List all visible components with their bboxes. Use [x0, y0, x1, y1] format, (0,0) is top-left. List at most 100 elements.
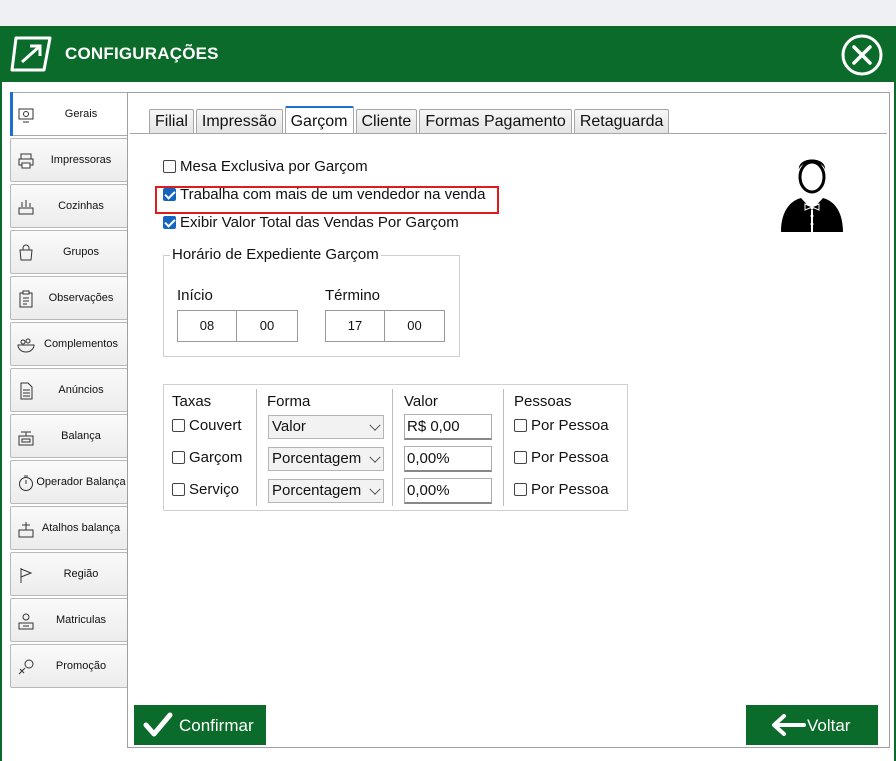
- settings-panel: Filial Impressão Garçom Cliente Formas P…: [127, 92, 890, 748]
- sidebar-item-cozinhas[interactable]: Cozinhas: [10, 184, 128, 228]
- servico-forma-select[interactable]: Porcentagem: [268, 479, 384, 503]
- garcom-forma-select[interactable]: Porcentagem: [268, 447, 384, 471]
- sidebar-item-grupos[interactable]: Grupos: [10, 230, 128, 274]
- servico-valor-input[interactable]: 0,00%: [404, 478, 492, 504]
- servico-por-pessoa[interactable]: Por Pessoa: [514, 481, 609, 498]
- fee-garcom[interactable]: Garçom: [172, 449, 242, 466]
- registration-icon: [18, 613, 34, 630]
- garcom-checkbox[interactable]: [172, 451, 185, 464]
- settings-monitor-icon: [18, 108, 34, 123]
- garcom-forma-value: Porcentagem: [272, 450, 362, 467]
- fee-couvert[interactable]: Couvert: [172, 417, 242, 434]
- header-forma: Forma: [267, 393, 311, 410]
- couvert-forma-select[interactable]: Valor: [268, 415, 384, 439]
- sidebar-item-label: Anúncios: [58, 384, 104, 396]
- sidebar-item-label: Promoção: [55, 660, 107, 672]
- sidebar-item-label: Operador Balança: [36, 476, 126, 488]
- kitchen-icon: [18, 200, 34, 215]
- servico-por-pessoa-label: Por Pessoa: [531, 481, 609, 498]
- printer-icon: [18, 153, 34, 169]
- couvert-por-pessoa-checkbox[interactable]: [514, 419, 527, 432]
- mais-vendedor-checkbox[interactable]: [163, 188, 176, 201]
- column-divider: [503, 389, 504, 506]
- mesa-exclusiva-checkbox[interactable]: [163, 160, 176, 173]
- sidebar-item-matriculas[interactable]: Matriculas: [10, 598, 128, 642]
- sidebar-item-atalhos-balanca[interactable]: Atalhos balança: [10, 506, 128, 550]
- end-minute-input[interactable]: 00: [384, 310, 445, 342]
- sidebar-item-label: Matriculas: [55, 614, 107, 626]
- option-exibir-valor[interactable]: Exibir Valor Total das Vendas Por Garçom: [163, 214, 459, 231]
- sidebar-item-label: Grupos: [62, 246, 100, 258]
- garcom-por-pessoa[interactable]: Por Pessoa: [514, 449, 609, 466]
- couvert-por-pessoa-label: Por Pessoa: [531, 417, 609, 434]
- window-title: CONFIGURAÇÕES: [65, 44, 219, 63]
- tab-formas-pagamento[interactable]: Formas Pagamento: [419, 109, 572, 133]
- sidebar-item-label: Cozinhas: [58, 200, 104, 212]
- servico-label: Serviço: [189, 481, 240, 498]
- tab-garcom[interactable]: Garçom: [284, 106, 354, 133]
- waiter-icon: [781, 159, 843, 232]
- chevron-down-icon: [369, 483, 381, 495]
- start-hour-input[interactable]: 08: [177, 310, 237, 342]
- document-icon: [20, 382, 33, 400]
- start-minute-input[interactable]: 00: [236, 310, 298, 342]
- exibir-valor-checkbox[interactable]: [163, 216, 176, 229]
- exibir-valor-label: Exibir Valor Total das Vendas Por Garçom: [180, 214, 459, 231]
- header-valor: Valor: [404, 393, 438, 410]
- garcom-valor-input[interactable]: 0,00%: [404, 446, 492, 472]
- couvert-valor-input[interactable]: R$ 0,00: [404, 414, 492, 440]
- option-mais-vendedor[interactable]: Trabalha com mais de um vendedor na vend…: [163, 186, 485, 203]
- sidebar-item-regiao[interactable]: Região: [10, 552, 128, 596]
- sidebar-item-impressoras[interactable]: Impressoras: [10, 138, 128, 182]
- sidebar-item-gerais[interactable]: Gerais: [10, 92, 128, 136]
- sidebar-item-balanca[interactable]: Balança: [10, 414, 128, 458]
- schedule-group: Horário de Expediente Garçom Início 08 0…: [163, 246, 460, 357]
- servico-por-pessoa-checkbox[interactable]: [514, 483, 527, 496]
- sidebar-item-complementos[interactable]: Complementos: [10, 322, 128, 366]
- close-icon[interactable]: [836, 33, 888, 77]
- flag-icon: [20, 568, 33, 583]
- sidebar-item-label: Impressoras: [50, 154, 112, 166]
- mais-vendedor-label: Trabalha com mais de um vendedor na vend…: [180, 186, 486, 203]
- sidebar-item-promocao[interactable]: Promoção: [10, 644, 128, 688]
- sidebar-item-observacoes[interactable]: Observações: [10, 276, 128, 320]
- servico-forma-value: Porcentagem: [272, 482, 362, 499]
- scale-shortcut-icon: [18, 522, 34, 538]
- sidebar-item-label: Complementos: [44, 338, 118, 350]
- fees-group: Taxas Forma Valor Pessoas Couvert Valor …: [163, 384, 628, 511]
- tab-filial[interactable]: Filial: [149, 109, 194, 133]
- tab-cliente[interactable]: Cliente: [355, 109, 418, 133]
- back-button[interactable]: Voltar: [746, 705, 878, 745]
- tab-bar: Filial Impressão Garçom Cliente Formas P…: [133, 106, 671, 133]
- garcom-por-pessoa-label: Por Pessoa: [531, 449, 609, 466]
- sidebar: Gerais Impressoras Cozinhas Grupos Obser…: [10, 92, 128, 690]
- tab-impressao[interactable]: Impressão: [195, 109, 283, 133]
- fee-servico[interactable]: Serviço: [172, 481, 239, 498]
- clipboard-icon: [19, 290, 33, 308]
- sidebar-item-anuncios[interactable]: Anúncios: [10, 368, 128, 412]
- sidebar-item-operador-balanca[interactable]: Operador Balança: [10, 460, 128, 504]
- end-hour-input[interactable]: 17: [325, 310, 385, 342]
- tab-content-garcom: Mesa Exclusiva por Garçom Trabalha com m…: [130, 133, 887, 747]
- start-label: Início: [177, 287, 213, 304]
- sidebar-item-label: Balança: [61, 430, 101, 442]
- servico-checkbox[interactable]: [172, 483, 185, 496]
- garcom-label: Garçom: [189, 449, 243, 466]
- option-mesa-exclusiva[interactable]: Mesa Exclusiva por Garçom: [163, 158, 368, 175]
- sidebar-item-label: Região: [63, 568, 99, 580]
- confirm-button[interactable]: Confirmar: [134, 705, 266, 745]
- couvert-checkbox[interactable]: [172, 419, 185, 432]
- checkmark-icon: [143, 712, 173, 737]
- garcom-por-pessoa-checkbox[interactable]: [514, 451, 527, 464]
- chevron-down-icon: [369, 419, 381, 431]
- tab-retaguarda[interactable]: Retaguarda: [573, 109, 670, 133]
- sidebar-item-label: Atalhos balança: [41, 522, 121, 534]
- app-logo-icon: [10, 36, 52, 72]
- chevron-down-icon: [369, 451, 381, 463]
- couvert-label: Couvert: [189, 417, 242, 434]
- title-bar: CONFIGURAÇÕES: [2, 26, 894, 82]
- sidebar-item-label: Gerais: [64, 108, 98, 120]
- header-taxas: Taxas: [172, 393, 212, 410]
- couvert-por-pessoa[interactable]: Por Pessoa: [514, 417, 609, 434]
- arrow-left-icon: [772, 714, 806, 736]
